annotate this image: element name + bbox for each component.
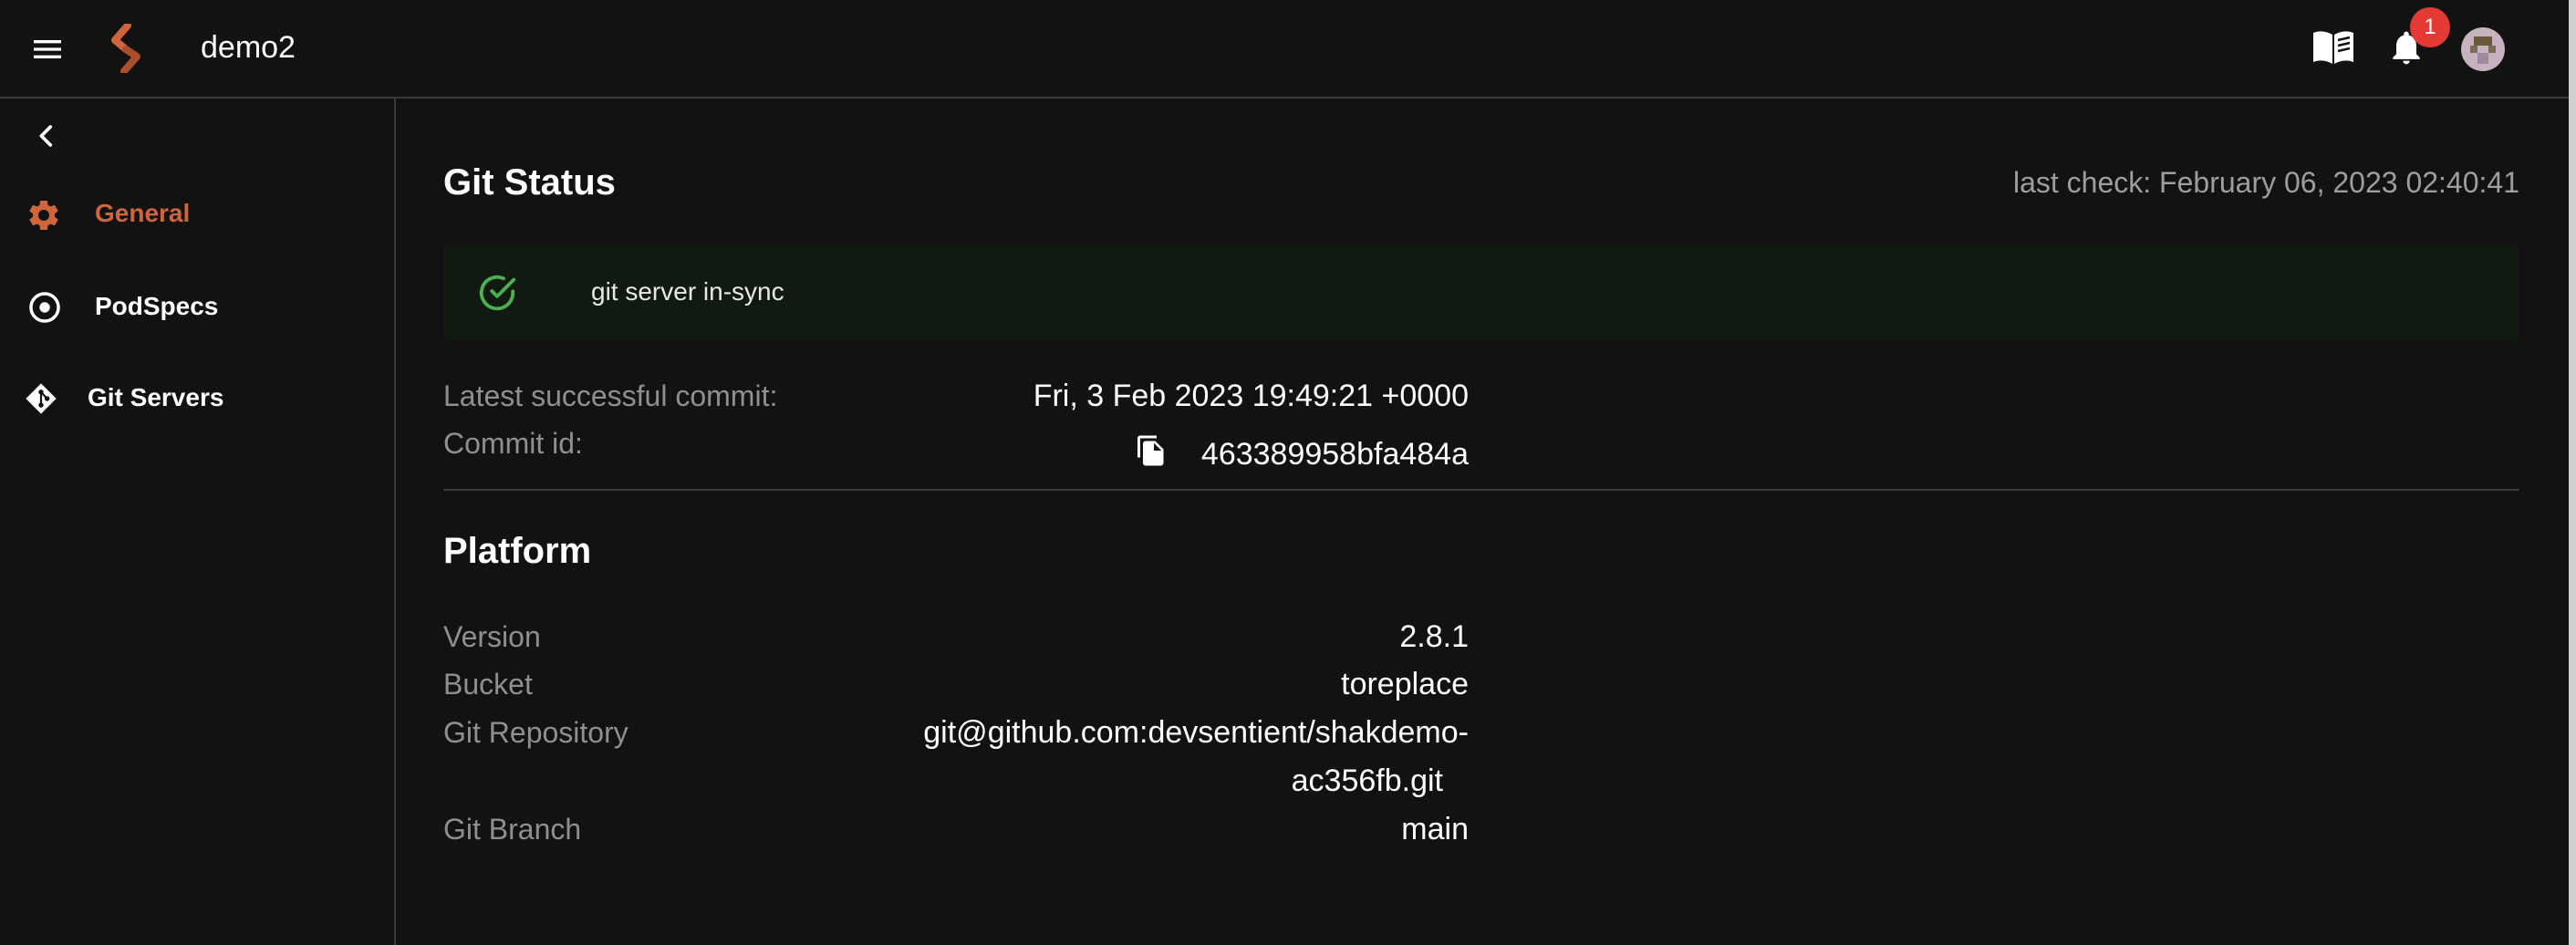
version-label: Version	[443, 620, 541, 653]
version-value: 2.8.1	[1399, 619, 1469, 654]
section-divider	[443, 489, 2519, 491]
sidebar-item-label: General	[95, 199, 191, 227]
sidebar-item-label: Git Servers	[88, 383, 224, 411]
sidebar-item-general[interactable]: General	[0, 182, 394, 246]
menu-icon[interactable]	[29, 31, 66, 68]
last-check-timestamp: last check: February 06, 2023 02:40:41	[2012, 166, 2519, 199]
avatar[interactable]	[2461, 27, 2505, 71]
commit-id-value[interactable]: 463389958bfa484a	[1201, 431, 1469, 478]
docs-book-icon[interactable]	[2311, 27, 2355, 68]
app-title: demo2	[201, 30, 296, 65]
sync-status-alert: git server in-sync	[443, 244, 2519, 341]
git-repository-value-line2: ac356fb.git	[1291, 763, 1443, 798]
collapse-chevron-left-icon[interactable]	[31, 120, 62, 151]
git-icon	[26, 383, 57, 414]
bucket-label: Bucket	[443, 668, 533, 701]
notification-badge: 1	[2410, 7, 2450, 47]
gear-icon	[29, 201, 58, 230]
sidebar-item-label: PodSpecs	[95, 292, 219, 320]
target-icon	[29, 292, 60, 323]
latest-commit-label: Latest successful commit:	[443, 379, 778, 412]
latest-commit-value: Fri, 3 Feb 2023 19:49:21 +0000	[1033, 379, 1469, 413]
sidebar: General PodSpecs Git Servers	[0, 99, 396, 945]
git-repository-label: Git Repository	[443, 716, 628, 749]
logo-icon[interactable]	[108, 24, 144, 73]
main-content: Git Status last check: February 06, 2023…	[396, 99, 2569, 945]
copy-icon[interactable]	[1135, 432, 1168, 469]
git-repository-value-line1: git@github.com:devsentient/shakdemo-	[923, 715, 1469, 750]
git-branch-label: Git Branch	[443, 813, 582, 846]
check-circle-icon	[479, 275, 516, 311]
commit-id-label: Commit id:	[443, 427, 583, 460]
git-branch-value: main	[1401, 812, 1469, 846]
sync-status-text: git server in-sync	[591, 277, 784, 306]
platform-title: Platform	[443, 531, 592, 571]
sidebar-item-git-servers[interactable]: Git Servers	[0, 367, 394, 431]
git-status-title: Git Status	[443, 162, 616, 202]
top-app-bar: demo2 1	[0, 0, 2569, 99]
window-scroll-edge	[2569, 0, 2576, 945]
bucket-value: toreplace	[1341, 667, 1469, 701]
sidebar-item-podspecs[interactable]: PodSpecs	[0, 275, 394, 339]
